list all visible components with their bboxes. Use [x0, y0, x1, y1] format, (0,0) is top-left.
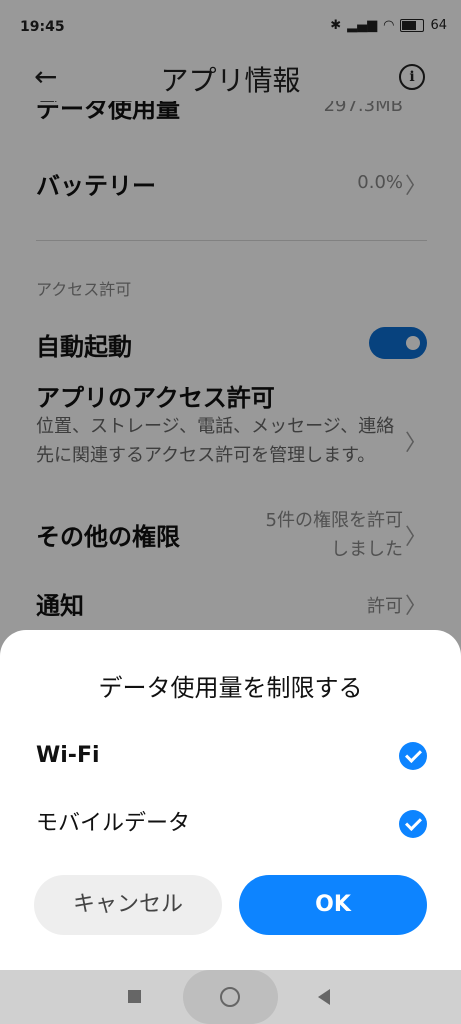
cancel-button[interactable]: キャンセル — [34, 875, 222, 935]
option-mobile-data[interactable]: モバイルデータ — [36, 804, 427, 844]
dialog-title: データ使用量を制限する — [98, 674, 363, 702]
navigation-bar — [0, 970, 461, 1024]
option-wifi[interactable]: Wi-Fi — [36, 736, 427, 776]
recents-icon[interactable] — [128, 990, 141, 1003]
limit-data-usage-dialog: データ使用量を制限する Wi-Fi モバイルデータ キャンセル OK — [0, 630, 461, 970]
ok-button[interactable]: OK — [239, 875, 427, 935]
checkmark-icon[interactable] — [399, 742, 427, 770]
option-wifi-label: Wi-Fi — [36, 743, 100, 768]
back-triangle-icon[interactable] — [318, 989, 330, 1005]
checkmark-icon[interactable] — [399, 810, 427, 838]
home-icon[interactable] — [220, 987, 240, 1007]
option-mobile-data-label: モバイルデータ — [36, 811, 191, 836]
